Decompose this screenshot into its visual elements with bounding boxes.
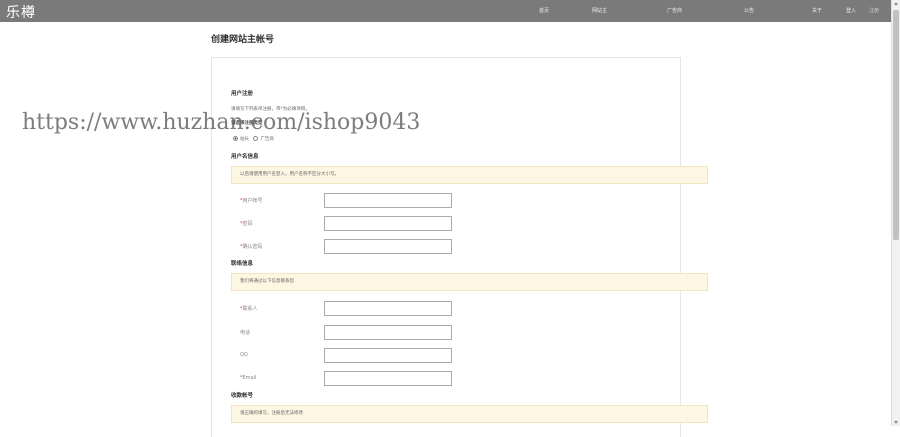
password-input[interactable] bbox=[324, 216, 452, 231]
contact-person-label: *联系人 bbox=[240, 306, 258, 312]
scroll-up-icon[interactable] bbox=[894, 2, 898, 5]
contact-notice: 我们将通过以下信息联系您 bbox=[231, 273, 708, 291]
section-contact-title: 联络信息 bbox=[231, 261, 254, 267]
payment-notice: 请正确的填写，注册后无法修改 bbox=[231, 405, 708, 423]
section-username-title: 用户名信息 bbox=[231, 154, 259, 160]
phone-input[interactable] bbox=[324, 325, 452, 340]
phone-label: 电话 bbox=[240, 330, 251, 336]
email-input[interactable] bbox=[324, 371, 452, 386]
top-navbar: 乐樽 首页 网站主 广告商 公告 关于 登入 注册 bbox=[0, 0, 891, 22]
nav-publisher[interactable]: 网站主 bbox=[592, 0, 607, 22]
site-logo[interactable]: 乐樽 bbox=[6, 2, 36, 22]
qq-label: QQ bbox=[240, 352, 248, 358]
confirm-password-label: *确认密码 bbox=[240, 244, 263, 250]
watermark-text: https://www.huzhan.com/ishop9043 bbox=[22, 110, 421, 135]
nav-home[interactable]: 首页 bbox=[539, 0, 549, 22]
nav-announcements[interactable]: 公告 bbox=[744, 0, 754, 22]
nav-about[interactable]: 关于 bbox=[812, 0, 822, 22]
account-type-radios: 站长 广告商 bbox=[233, 136, 274, 142]
username-label: *用户帐号 bbox=[240, 198, 263, 204]
radio-webmaster-label: 站长 bbox=[240, 137, 249, 142]
scroll-down-icon[interactable] bbox=[894, 421, 898, 424]
nav-advertiser[interactable]: 广告商 bbox=[667, 0, 682, 22]
page-title: 创建网站主帐号 bbox=[211, 35, 275, 45]
section-payment-title: 收款帐号 bbox=[231, 393, 254, 399]
vertical-scrollbar[interactable] bbox=[891, 0, 900, 426]
email-label: *Email bbox=[240, 375, 257, 381]
username-input[interactable] bbox=[324, 193, 452, 208]
contact-person-input[interactable] bbox=[324, 301, 452, 316]
scrollbar-thumb[interactable] bbox=[893, 10, 899, 240]
qq-input[interactable] bbox=[324, 348, 452, 363]
login-link[interactable]: 登入 bbox=[846, 0, 856, 22]
radio-advertiser[interactable] bbox=[253, 136, 259, 141]
register-link[interactable]: 注册 bbox=[869, 0, 879, 22]
section-register-title: 用户注册 bbox=[231, 91, 254, 97]
username-notice: 以后请使用用户名登入，用户名称不区分大小写。 bbox=[231, 166, 708, 184]
radio-webmaster[interactable] bbox=[233, 136, 238, 141]
radio-advertiser-label: 广告商 bbox=[260, 137, 274, 142]
password-label: *密码 bbox=[240, 221, 253, 227]
confirm-password-input[interactable] bbox=[324, 239, 452, 254]
